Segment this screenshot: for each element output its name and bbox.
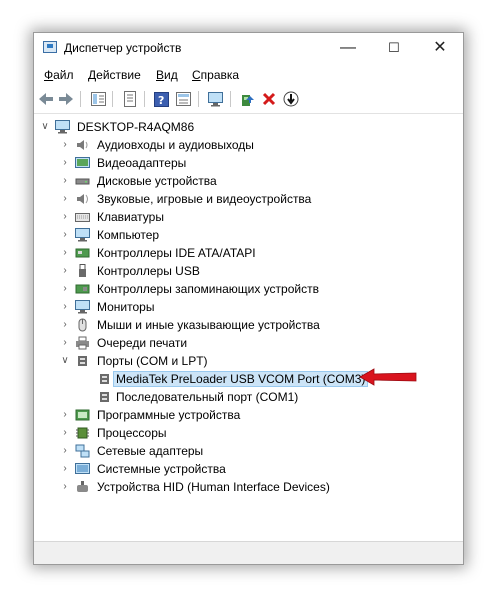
toolbar: ? xyxy=(34,87,463,111)
hid-icon xyxy=(75,480,90,494)
back-icon[interactable] xyxy=(37,90,55,108)
category-sound-devices[interactable]: › Звуковые, игровые и видеоустройства xyxy=(34,190,463,208)
chevron-right-icon[interactable]: › xyxy=(60,211,70,223)
sound-device-icon xyxy=(75,192,90,206)
update-driver-icon[interactable] xyxy=(238,90,256,108)
chevron-right-icon[interactable]: › xyxy=(60,247,70,259)
chevron-right-icon[interactable]: › xyxy=(60,409,70,421)
menu-action[interactable]: Действие xyxy=(88,68,141,82)
processor-icon xyxy=(75,426,90,440)
chevron-right-icon[interactable]: › xyxy=(60,337,70,349)
menu-help[interactable]: Справка xyxy=(192,68,239,82)
chevron-down-icon[interactable]: ∨ xyxy=(40,121,50,133)
device-serial-com1[interactable]: Последовательный порт (COM1) xyxy=(34,388,463,406)
storage-controller-icon xyxy=(75,282,90,296)
download-install-icon[interactable] xyxy=(282,90,300,108)
mouse-icon xyxy=(75,318,90,332)
category-keyboards[interactable]: › Клавиатуры xyxy=(34,208,463,226)
device-tree[interactable]: ∨ DESKTOP-R4AQM86 › Аудиовходы и аудиовы… xyxy=(34,113,463,542)
chevron-right-icon[interactable]: › xyxy=(60,301,70,313)
red-arrow-annotation xyxy=(359,368,417,386)
category-audio-io[interactable]: › Аудиовходы и аудиовыходы xyxy=(34,136,463,154)
menu-file[interactable]: Файл xyxy=(44,68,74,82)
category-ide-controllers[interactable]: › Контроллеры IDE ATA/ATAPI xyxy=(34,244,463,262)
category-print-queues[interactable]: › Очереди печати xyxy=(34,334,463,352)
ide-controller-icon xyxy=(75,246,90,260)
disk-drive-icon xyxy=(75,174,90,188)
usb-icon xyxy=(75,264,90,278)
device-manager-icon xyxy=(43,41,57,53)
chevron-right-icon[interactable]: › xyxy=(60,193,70,205)
category-software-devices[interactable]: › Программные устройства xyxy=(34,406,463,424)
tree-root[interactable]: ∨ DESKTOP-R4AQM86 xyxy=(34,118,463,136)
chevron-right-icon[interactable]: › xyxy=(60,427,70,439)
minimize-button[interactable]: — xyxy=(325,33,371,63)
menu-bar: Файл Действие Вид Справка xyxy=(34,66,463,86)
category-storage-controllers[interactable]: › Контроллеры запоминающих устройств xyxy=(34,280,463,298)
software-device-icon xyxy=(75,408,90,422)
system-device-icon xyxy=(75,462,90,476)
chevron-right-icon[interactable]: › xyxy=(60,157,70,169)
port-icon xyxy=(97,390,112,404)
svg-text:?: ? xyxy=(158,94,164,107)
speaker-icon xyxy=(75,138,90,152)
category-disk-drives[interactable]: › Дисковые устройства xyxy=(34,172,463,190)
category-processors[interactable]: › Процессоры xyxy=(34,424,463,442)
device-manager-window: Диспетчер устройств — ☐ ✕ Файл Действие … xyxy=(33,32,464,565)
window-title: Диспетчер устройств xyxy=(64,41,182,55)
chevron-right-icon[interactable]: › xyxy=(60,139,70,151)
close-button[interactable]: ✕ xyxy=(417,33,463,63)
keyboard-icon xyxy=(75,210,90,224)
properties-pane-icon[interactable] xyxy=(89,90,107,108)
category-usb-controllers[interactable]: › Контроллеры USB xyxy=(34,262,463,280)
computer-name: DESKTOP-R4AQM86 xyxy=(77,120,195,134)
category-monitors[interactable]: › Мониторы xyxy=(34,298,463,316)
port-icon xyxy=(75,354,90,368)
chevron-right-icon[interactable]: › xyxy=(60,175,70,187)
port-icon xyxy=(97,372,112,386)
chevron-right-icon[interactable]: › xyxy=(60,265,70,277)
category-mice[interactable]: › Мыши и иные указывающие устройства xyxy=(34,316,463,334)
scan-hardware-icon[interactable] xyxy=(206,90,224,108)
category-computer[interactable]: › Компьютер xyxy=(34,226,463,244)
chevron-right-icon[interactable]: › xyxy=(60,481,70,493)
category-system-devices[interactable]: › Системные устройства xyxy=(34,460,463,478)
chevron-right-icon[interactable]: › xyxy=(60,319,70,331)
document-icon[interactable] xyxy=(121,90,139,108)
chevron-right-icon[interactable]: › xyxy=(60,445,70,457)
title-bar[interactable]: Диспетчер устройств — ☐ ✕ xyxy=(34,33,463,63)
monitor-icon xyxy=(75,300,90,314)
chevron-down-icon[interactable]: ∨ xyxy=(60,355,70,367)
monitor-icon xyxy=(75,228,90,242)
chevron-right-icon[interactable]: › xyxy=(60,229,70,241)
status-bar xyxy=(34,541,463,564)
chevron-right-icon[interactable]: › xyxy=(60,283,70,295)
menu-view[interactable]: Вид xyxy=(156,68,178,82)
forward-icon[interactable] xyxy=(57,90,75,108)
category-hid[interactable]: › Устройства HID (Human Interface Device… xyxy=(34,478,463,496)
printer-icon xyxy=(75,336,90,350)
category-network-adapters[interactable]: › Сетевые адаптеры xyxy=(34,442,463,460)
display-adapter-icon xyxy=(75,156,90,170)
help-icon[interactable]: ? xyxy=(152,90,170,108)
computer-icon xyxy=(55,120,70,134)
category-video-adapters[interactable]: › Видеоадаптеры xyxy=(34,154,463,172)
view-pane-icon[interactable] xyxy=(174,90,192,108)
network-adapter-icon xyxy=(75,444,90,458)
maximize-button[interactable]: ☐ xyxy=(371,33,417,63)
chevron-right-icon[interactable]: › xyxy=(60,463,70,475)
uninstall-device-icon[interactable] xyxy=(260,90,278,108)
